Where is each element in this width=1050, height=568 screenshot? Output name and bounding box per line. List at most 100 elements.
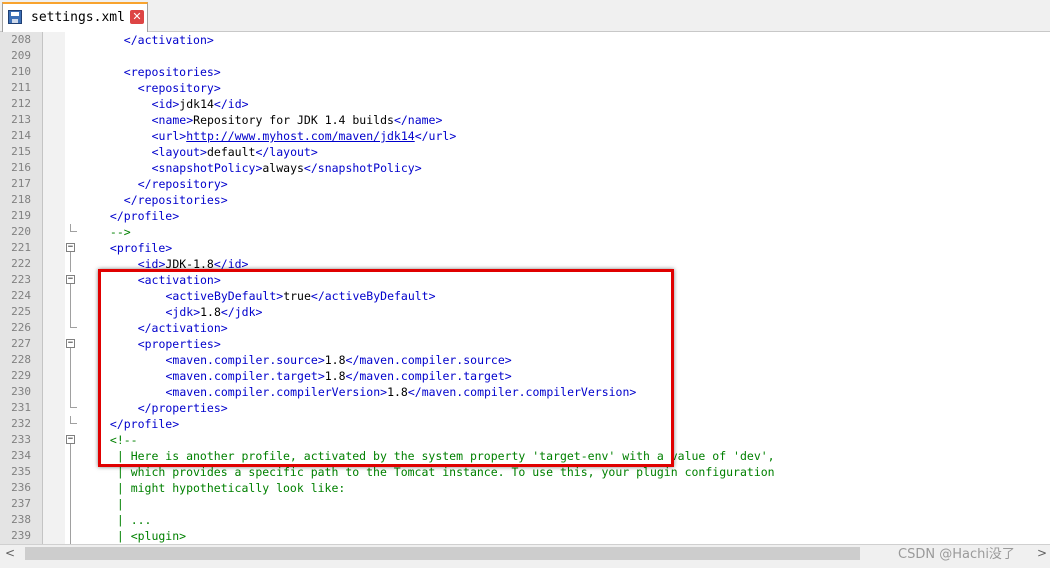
xml-tag: <profile>	[109, 241, 173, 255]
xml-comment: | ...	[116, 513, 152, 527]
scroll-right-arrow-icon[interactable]: >	[1036, 546, 1048, 560]
code-text: </repository>	[138, 176, 228, 192]
xml-tag: </repository>	[137, 177, 228, 191]
code-line[interactable]: 218 </repositories>	[0, 192, 1050, 208]
xml-tag: <repositories>	[123, 65, 221, 79]
fold-toggle-icon[interactable]: −	[66, 243, 75, 252]
line-number: 220	[11, 225, 31, 238]
code-text: <profile>	[110, 240, 172, 256]
line-number: 229	[11, 369, 31, 382]
fold-toggle-icon[interactable]: −	[66, 275, 75, 284]
tab-filename: settings.xml	[31, 10, 125, 25]
line-number: 226	[11, 321, 31, 334]
code-text: <repositories>	[124, 64, 221, 80]
line-number: 209	[11, 49, 31, 62]
code-text: <url>http://www.myhost.com/maven/jdk14</…	[152, 128, 457, 144]
code-line[interactable]: 219 </profile>	[0, 208, 1050, 224]
xml-text: Repository for JDK 1.4 builds	[193, 113, 394, 127]
line-number: 228	[11, 353, 31, 366]
code-editor[interactable]: 208 </activation> 209 210 <repositories> 211 <…	[0, 32, 1050, 544]
code-line[interactable]: 221 − <profile>	[0, 240, 1050, 256]
line-number: 211	[11, 81, 31, 94]
xml-tag: <id>	[151, 97, 180, 111]
line-number: 215	[11, 145, 31, 158]
scroll-left-arrow-icon[interactable]: <	[4, 546, 16, 560]
line-number: 210	[11, 65, 31, 78]
highlight-box	[98, 269, 674, 467]
fold-end-mark	[70, 231, 77, 232]
line-number: 234	[11, 449, 31, 462]
code-line[interactable]: 212 <id>jdk14</id>	[0, 96, 1050, 112]
tab-settings-xml[interactable]: settings.xml ✕	[2, 2, 148, 32]
code-line[interactable]: 236 | might hypothetically look like:	[0, 480, 1050, 496]
xml-text: jdk14	[179, 97, 214, 111]
fold-line	[70, 528, 71, 544]
fold-line	[70, 448, 71, 464]
line-number: 214	[11, 129, 31, 142]
fold-line	[70, 512, 71, 528]
line-number: 227	[11, 337, 31, 350]
scrollbar-thumb[interactable]	[25, 547, 860, 560]
close-tab-icon[interactable]: ✕	[130, 10, 144, 24]
line-number: 223	[11, 273, 31, 286]
code-line[interactable]: 213 <name>Repository for JDK 1.4 builds</…	[0, 112, 1050, 128]
fold-line	[70, 288, 71, 304]
xml-comment: -->	[109, 225, 131, 239]
xml-tag: </activation>	[123, 33, 214, 47]
code-line[interactable]: 209	[0, 48, 1050, 64]
line-number: 219	[11, 209, 31, 222]
xml-comment: | <plugin>	[116, 529, 187, 543]
tab-bar: settings.xml ✕	[0, 0, 1050, 32]
xml-comment: |	[116, 497, 124, 511]
xml-text: default	[206, 145, 256, 159]
fold-line	[70, 480, 71, 496]
xml-comment: | might hypothetically look like:	[116, 481, 346, 495]
code-text: | might hypothetically look like:	[117, 480, 345, 496]
xml-tag: <repository>	[137, 81, 221, 95]
code-line[interactable]: 216 <snapshotPolicy>always</snapshotPolic…	[0, 160, 1050, 176]
fold-line	[70, 368, 71, 384]
code-line[interactable]: 210 <repositories>	[0, 64, 1050, 80]
code-line[interactable]: 208 </activation>	[0, 32, 1050, 48]
fold-line	[70, 256, 71, 272]
fold-line	[70, 304, 71, 320]
watermark-text: CSDN @Hachi没了	[898, 547, 1015, 562]
line-number: 232	[11, 417, 31, 430]
code-text: <snapshotPolicy>always</snapshotPolicy>	[152, 160, 422, 176]
fold-line	[70, 496, 71, 512]
horizontal-scrollbar[interactable]: < >	[0, 544, 1050, 562]
code-line[interactable]: 237 |	[0, 496, 1050, 512]
fold-end-mark	[70, 407, 77, 408]
code-line[interactable]: 239 | <plugin>	[0, 528, 1050, 544]
fold-line	[70, 352, 71, 368]
fold-toggle-icon[interactable]: −	[66, 435, 75, 444]
code-text: |	[117, 496, 124, 512]
code-text: | ...	[117, 512, 152, 528]
code-line[interactable]: 220 -->	[0, 224, 1050, 240]
fold-toggle-icon[interactable]: −	[66, 339, 75, 348]
code-line[interactable]: 217 </repository>	[0, 176, 1050, 192]
xml-text: always	[262, 161, 304, 175]
line-number: 217	[11, 177, 31, 190]
line-number: 212	[11, 97, 31, 110]
code-line[interactable]: 215 <layout>default</layout>	[0, 144, 1050, 160]
xml-tag: <layout>	[151, 145, 207, 159]
line-number: 221	[11, 241, 31, 254]
line-number: 236	[11, 481, 31, 494]
xml-comment: | which provides a specific path to the …	[116, 465, 775, 479]
fold-end-mark	[70, 327, 77, 328]
xml-tag: </name>	[393, 113, 443, 127]
code-text: <repository>	[138, 80, 221, 96]
line-number: 225	[11, 305, 31, 318]
code-line[interactable]: 214 <url>http://www.myhost.com/maven/jdk1…	[0, 128, 1050, 144]
window-bottom-edge	[0, 561, 1050, 568]
code-line[interactable]: 211 <repository>	[0, 80, 1050, 96]
code-text: -->	[110, 224, 131, 240]
code-line[interactable]: 238 | ...	[0, 512, 1050, 528]
xml-tag: </snapshotPolicy>	[303, 161, 422, 175]
line-number: 230	[11, 385, 31, 398]
xml-tag: </id>	[213, 97, 249, 111]
line-number: 238	[11, 513, 31, 526]
url-link[interactable]: http://www.myhost.com/maven/jdk14	[186, 129, 414, 143]
fold-line	[70, 384, 71, 400]
